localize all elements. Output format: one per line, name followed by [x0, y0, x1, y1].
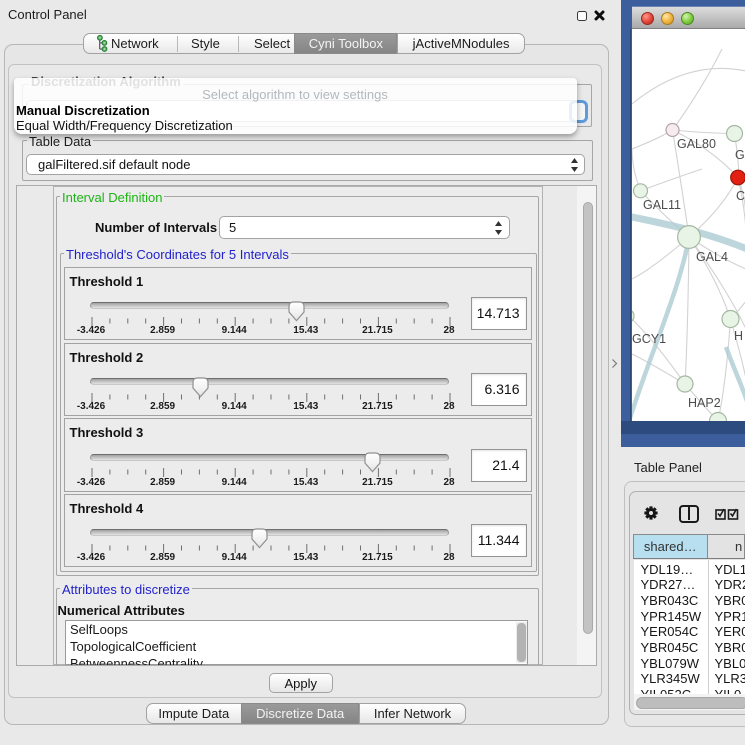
svg-text:GAL4: GAL4 — [696, 250, 728, 264]
svg-text:GA: GA — [735, 148, 745, 162]
svg-text:GCY1: GCY1 — [632, 332, 666, 346]
svg-text:GAL11: GAL11 — [643, 198, 681, 212]
svg-text:GAL80: GAL80 — [677, 137, 716, 151]
svg-text:C: C — [736, 189, 745, 203]
svg-text:HAP2: HAP2 — [688, 396, 721, 410]
svg-text:H: H — [734, 329, 743, 343]
